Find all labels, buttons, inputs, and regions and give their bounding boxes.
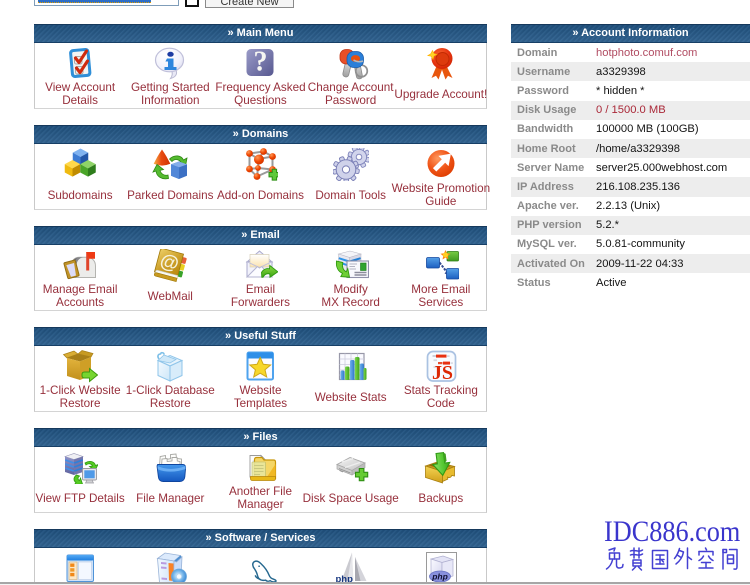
svg-text:php: php xyxy=(431,572,448,582)
svg-text:?: ? xyxy=(254,47,268,78)
svg-text:JS: JS xyxy=(432,362,453,383)
